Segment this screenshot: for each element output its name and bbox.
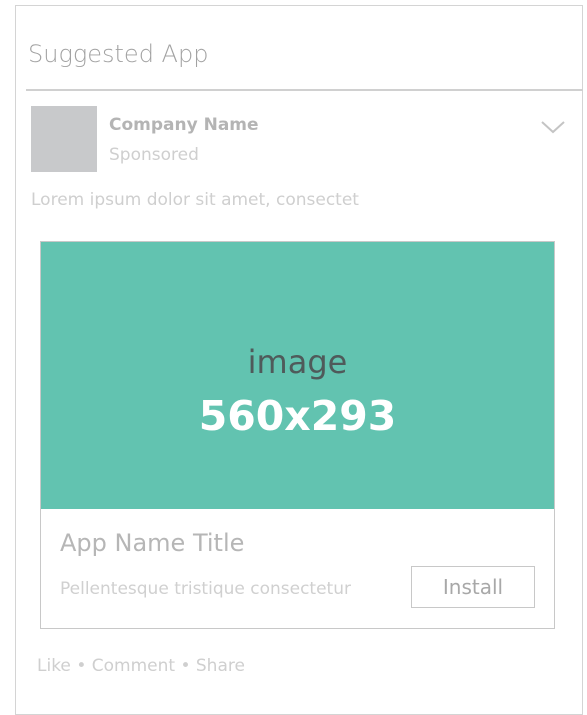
card-title: Suggested App	[28, 40, 209, 68]
install-button[interactable]: Install	[411, 566, 535, 608]
like-link[interactable]: Like	[37, 656, 71, 676]
image-placeholder-label: image	[247, 343, 348, 381]
post-actions: Like • Comment • Share	[37, 656, 245, 676]
company-avatar[interactable]	[31, 106, 97, 172]
action-separator: •	[180, 656, 196, 676]
post-body-text: Lorem ipsum dolor sit amet, consectet	[31, 190, 359, 210]
action-separator: •	[76, 656, 92, 676]
sponsored-label: Sponsored	[109, 145, 199, 165]
chevron-down-icon[interactable]	[540, 119, 566, 135]
app-ad-unit: image 560x293 App Name Title Pellentesqu…	[40, 241, 555, 629]
comment-link[interactable]: Comment	[92, 656, 175, 676]
share-link[interactable]: Share	[196, 656, 245, 676]
app-name-title: App Name Title	[60, 529, 245, 557]
app-description: Pellentesque tristique consectetur	[60, 579, 351, 599]
suggested-app-card: Suggested App Company Name Sponsored Lor…	[15, 5, 583, 715]
image-placeholder-size: 560x293	[198, 392, 397, 440]
header-divider	[26, 89, 583, 91]
ad-image-placeholder[interactable]: image 560x293	[41, 242, 554, 509]
company-name[interactable]: Company Name	[109, 115, 259, 135]
